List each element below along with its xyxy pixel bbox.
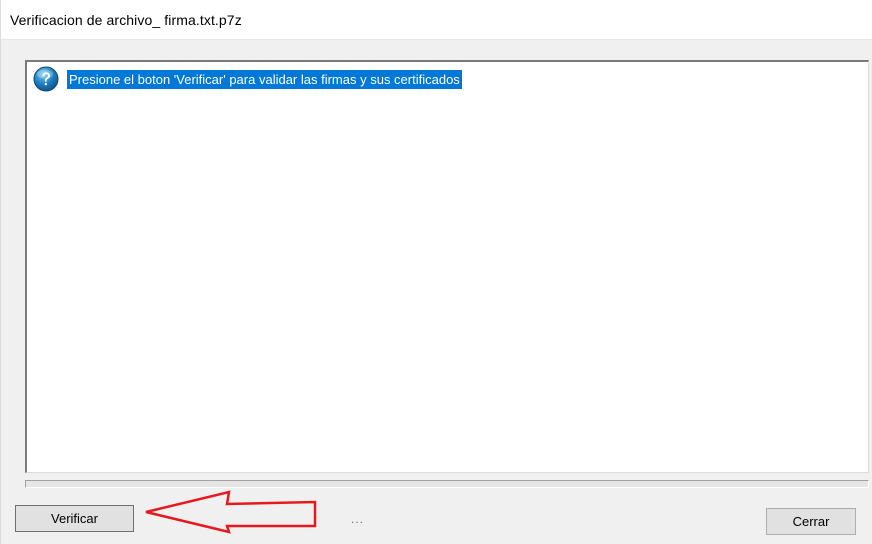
list-item-label: Presione el boton 'Verificar' para valid… — [67, 69, 462, 89]
verify-button[interactable]: Verificar — [15, 505, 134, 532]
list-item[interactable]: Presione el boton 'Verificar' para valid… — [33, 66, 462, 92]
close-button[interactable]: Cerrar — [766, 508, 856, 535]
window-title: Verificacion de archivo_ firma.txt.p7z — [10, 12, 242, 28]
status-text: ... — [351, 512, 365, 526]
question-icon — [33, 66, 59, 92]
progress-bar — [25, 480, 869, 488]
red-arrow-annotation — [145, 490, 317, 534]
dialog-window: Verificacion de archivo_ firma.txt.p7z P… — [0, 0, 872, 544]
verification-results-list[interactable]: Presione el boton 'Verificar' para valid… — [25, 60, 869, 473]
title-bar[interactable]: Verificacion de archivo_ firma.txt.p7z — [1, 0, 872, 40]
